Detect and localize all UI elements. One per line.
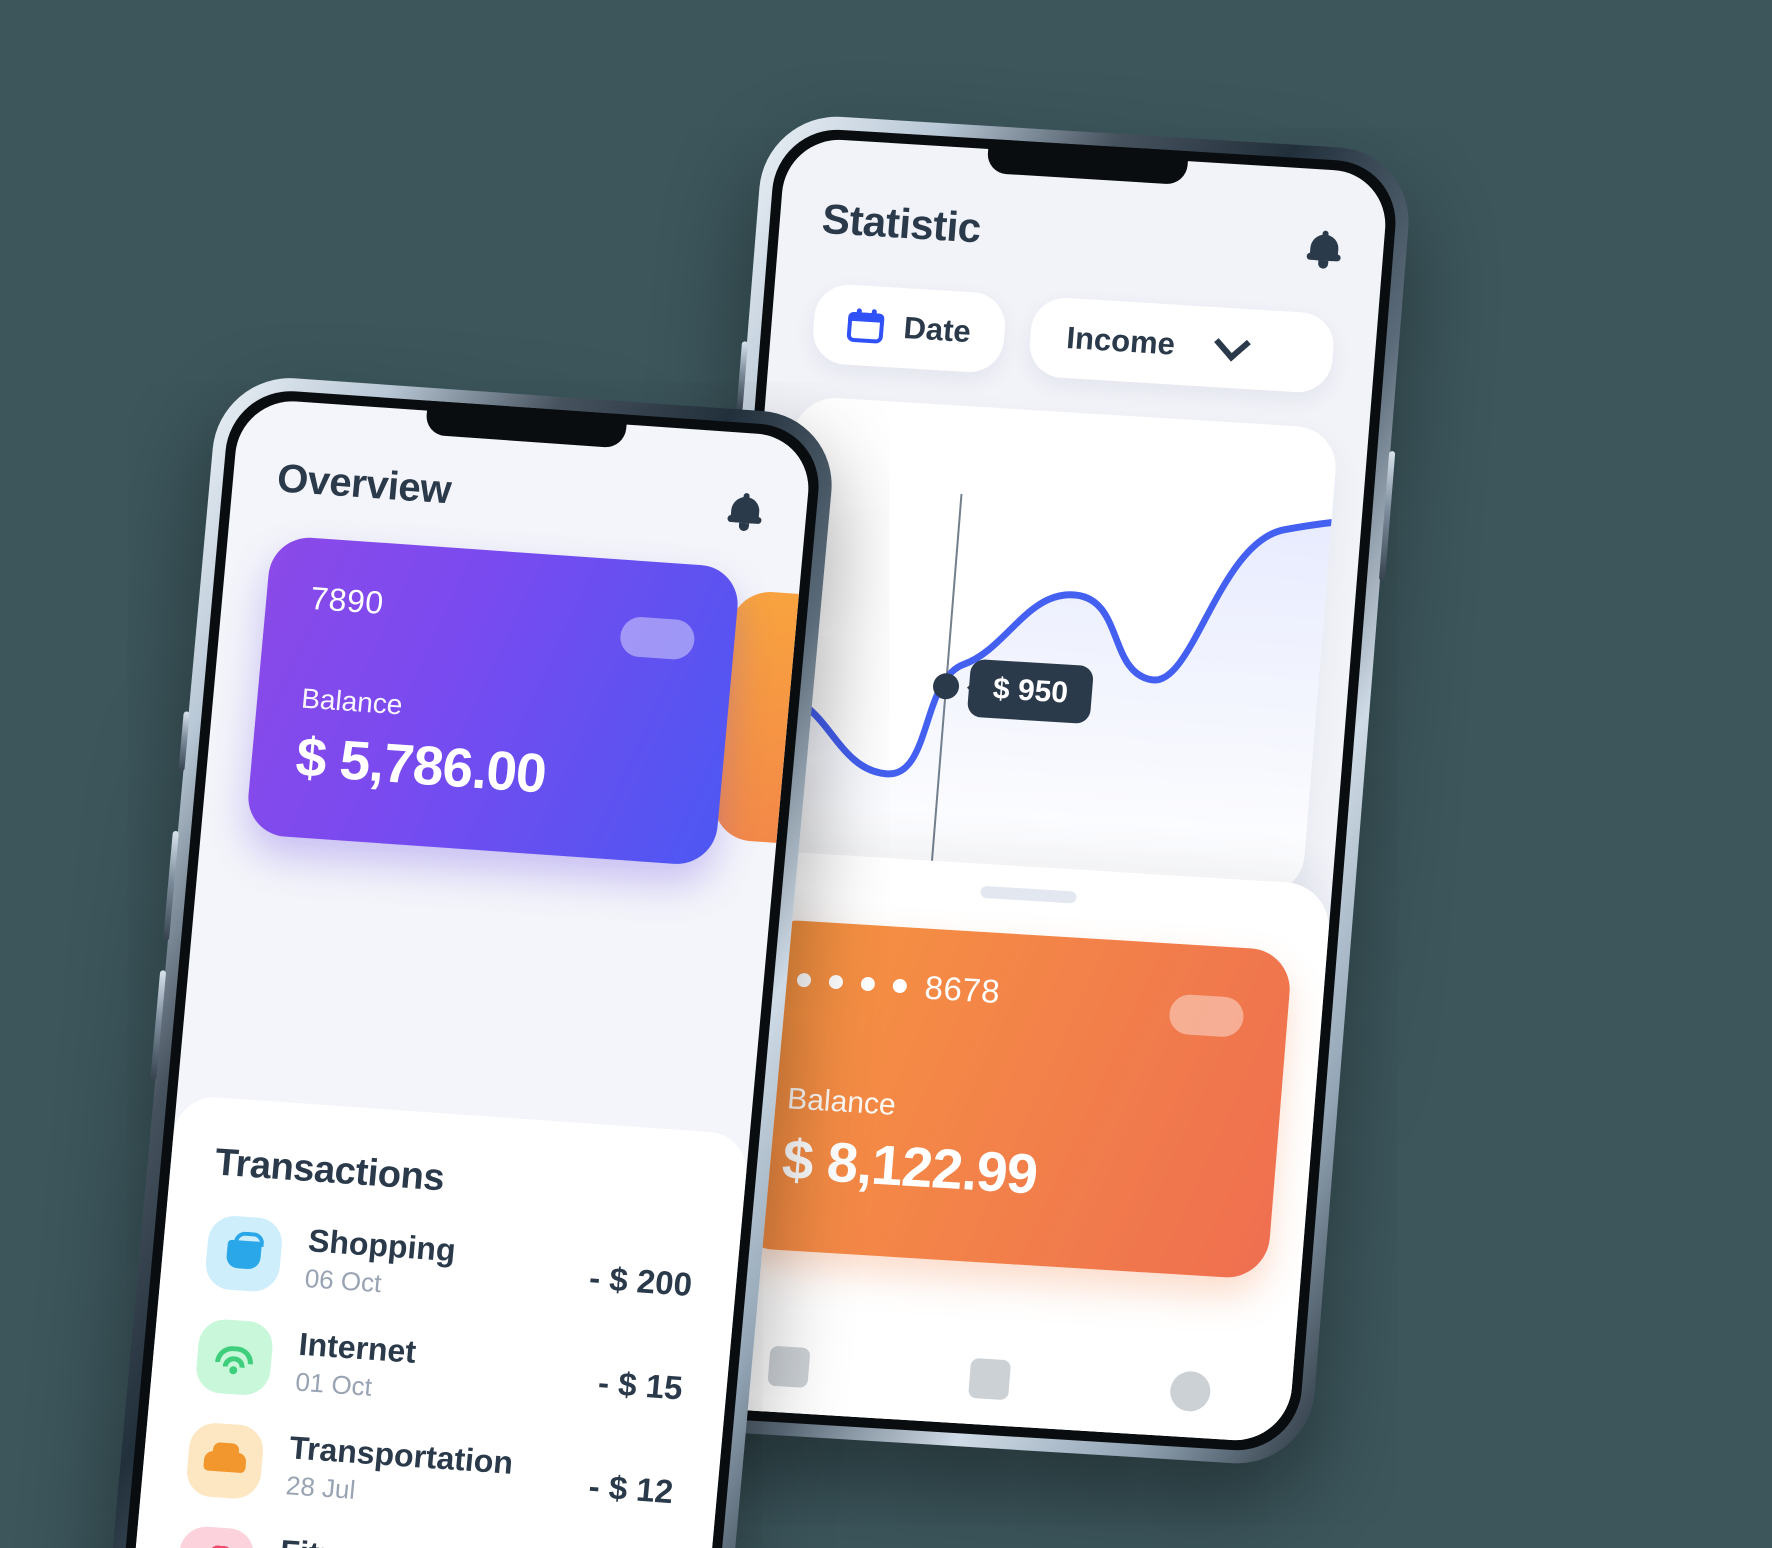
transaction-name: Fitness (278, 1533, 556, 1548)
date-filter-label: Date (902, 310, 973, 350)
income-select[interactable]: Income (1027, 295, 1337, 395)
volume-down-button[interactable] (150, 970, 167, 1081)
card-last4: 7890 (308, 579, 386, 621)
card-chip-icon (618, 615, 697, 661)
gym-bag-icon (175, 1524, 256, 1548)
income-chart-card: $ 950 (758, 395, 1339, 898)
nav-profile-icon[interactable] (1169, 1370, 1213, 1413)
transaction-amount: - $ 15 (596, 1363, 685, 1407)
transactions-panel: Transactions Shopping 06 Oct - $ 200 Int… (126, 1094, 750, 1548)
card-mask-dot (796, 972, 812, 988)
shopping-basket-icon (203, 1214, 285, 1294)
sheet-grabber[interactable] (980, 885, 1077, 904)
power-button[interactable] (1378, 450, 1396, 581)
transaction-amount: - $ 12 (587, 1467, 675, 1511)
calendar-icon (846, 308, 885, 344)
table-row[interactable]: Shopping 06 Oct - $ 200 (203, 1214, 696, 1322)
wifi-icon (194, 1317, 275, 1397)
nav-home-icon[interactable] (767, 1345, 811, 1388)
table-row[interactable]: Transportation 28 Jul - $ 12 (184, 1421, 677, 1529)
bell-icon[interactable] (727, 491, 764, 531)
date-filter-button[interactable]: Date (810, 282, 1008, 375)
screen-overview: Overview 7890 Balance $ 5,786.00 Transac… (126, 397, 814, 1548)
card-mask-dot (828, 974, 844, 990)
card-mask-dot (892, 978, 908, 994)
scene: Statistic Date Income $ 950 8678 Balance… (0, 0, 1772, 1548)
cards-carousel: 7890 Balance $ 5,786.00 (199, 532, 814, 891)
transaction-amount: - $ 200 (587, 1258, 694, 1303)
card-balance-amount: $ 5,786.00 (293, 725, 549, 805)
transaction-meta: Fitness 15 Jul (275, 1533, 557, 1548)
credit-card-orange[interactable]: 8678 Balance $ 8,122.99 (731, 918, 1293, 1280)
credit-card-purple[interactable]: 7890 Balance $ 5,786.00 (244, 535, 742, 867)
page-title: Overview (275, 456, 453, 513)
transaction-meta: Transportation 28 Jul (285, 1429, 567, 1520)
card-chip-icon (1167, 993, 1245, 1038)
bottom-nav (684, 1314, 1295, 1444)
card-last4: 8678 (923, 968, 1002, 1011)
transaction-meta: Internet 01 Oct (294, 1326, 576, 1417)
chevron-down-icon (1213, 324, 1251, 362)
income-select-value: Income (1065, 320, 1177, 362)
card-balance-amount: $ 8,122.99 (780, 1127, 1040, 1206)
card-mask-dot (860, 976, 876, 992)
phone-bezel: Overview 7890 Balance $ 5,786.00 Transac… (115, 386, 825, 1548)
nav-chart-icon[interactable] (968, 1357, 1012, 1401)
income-line-chart (758, 516, 1339, 898)
chart-tooltip: $ 950 (966, 658, 1095, 725)
transactions-title: Transactions (213, 1141, 447, 1200)
volume-up-button[interactable] (736, 341, 749, 412)
bell-icon[interactable] (1306, 230, 1343, 270)
page-title: Statistic (820, 194, 983, 252)
phone-overview: Overview 7890 Balance $ 5,786.00 Transac… (101, 373, 839, 1548)
volume-up-button[interactable] (162, 830, 179, 941)
table-row[interactable]: Internet 01 Oct - $ 15 (194, 1317, 686, 1426)
mute-switch[interactable] (178, 711, 190, 772)
car-icon (184, 1421, 266, 1501)
table-row[interactable]: Fitness 15 Jul - $ 40 (175, 1524, 667, 1548)
transaction-meta: Shopping 06 Oct (303, 1222, 566, 1312)
